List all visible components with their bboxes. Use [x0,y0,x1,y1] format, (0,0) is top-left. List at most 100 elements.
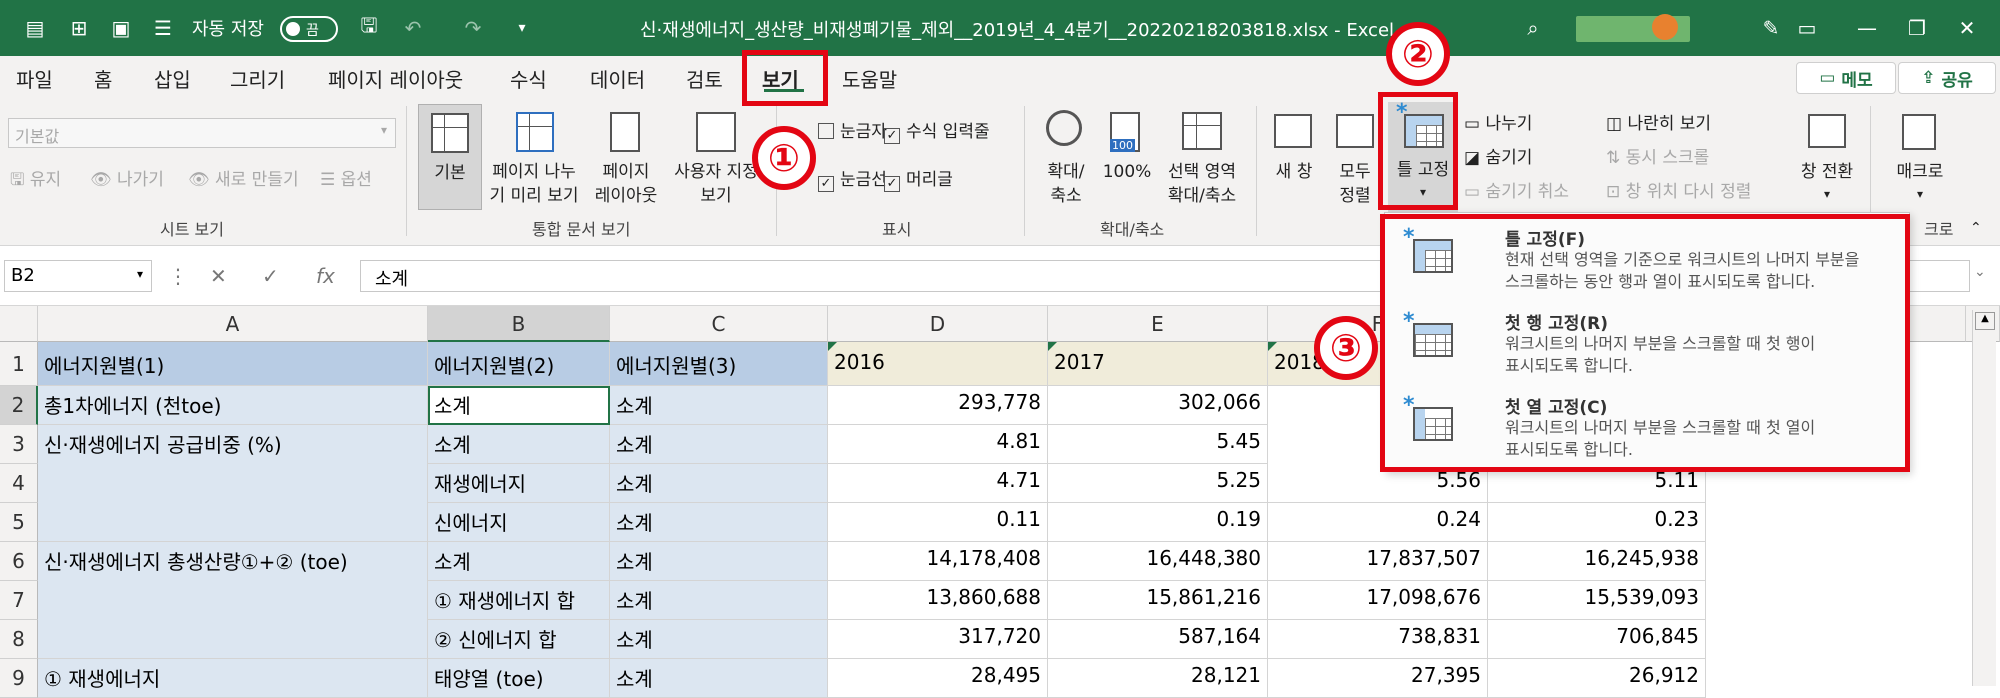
row-header-8[interactable]: 8 [0,620,38,659]
row-header-1[interactable]: 1 [0,342,38,386]
zoom-100-button[interactable]: 100 100% [1100,104,1154,210]
share-button[interactable]: ⇪ 공유 [1898,62,1996,94]
row-header-3[interactable]: 3 [0,425,38,464]
column-header-d[interactable]: D [828,306,1048,342]
ribbon-display-icon[interactable]: ▭ [1790,12,1824,44]
page-layout-view-button[interactable]: 페이지 레이아웃 [588,104,664,210]
cell-b9[interactable]: 태양열 (toe) [428,659,610,698]
page-break-preview-button[interactable]: 페이지 나누 기 미리 보기 [484,104,584,210]
cell-c7[interactable]: 소계 [610,581,828,620]
cell-g6[interactable]: 16,245,938 [1488,542,1706,581]
macros-button[interactable]: 매크로 ▾ [1884,104,1956,210]
cell-g7[interactable]: 15,539,093 [1488,581,1706,620]
sheet-view-select[interactable]: 기본값 ▾ [8,118,396,148]
tab-page-layout[interactable]: 페이지 레이아웃 [328,64,463,93]
cell-d3[interactable]: 4.81 [828,425,1048,464]
tab-review[interactable]: 검토 [686,64,723,93]
cell-a6[interactable]: 신·재생에너지 총생산량①+② (toe) [38,542,428,659]
scroll-up-icon[interactable]: ▲ [1975,312,1995,330]
cell-g9[interactable]: 26,912 [1488,659,1706,698]
zoom-to-selection-button[interactable]: 선택 영역 확대/축소 [1156,104,1248,210]
cell-d9[interactable]: 28,495 [828,659,1048,698]
close-icon[interactable]: ✕ [1950,12,1984,44]
zoom-button[interactable]: 확대/ 축소 [1036,104,1096,210]
column-header-a[interactable]: A [38,306,428,342]
row-header-4[interactable]: 4 [0,464,38,503]
cell-c1[interactable]: 에너지원별(3) [610,342,828,386]
cell-e8[interactable]: 587,164 [1048,620,1268,659]
hide-button[interactable]: ◪ 숨기기 [1464,146,1532,170]
freeze-panes-option[interactable]: * 틀 고정(F) 현재 선택 영역을 기준으로 워크시트의 나머지 부분을 스… [1403,225,1901,303]
normal-view-button[interactable]: 기본 [418,104,482,210]
cell-a1[interactable]: 에너지원별(1) [38,342,428,386]
synchronous-scrolling-button[interactable]: ⇅ 동시 스크롤 [1606,146,1709,170]
grid-view-icon[interactable]: ⊞ [62,12,96,44]
cell-d7[interactable]: 13,860,688 [828,581,1048,620]
split-button[interactable]: ▭ 나누기 [1464,112,1532,136]
tab-insert[interactable]: 삽입 [154,64,191,93]
enter-icon[interactable]: ✓ [262,264,279,288]
cell-e9[interactable]: 28,121 [1048,659,1268,698]
cell-d5[interactable]: 0.11 [828,503,1048,542]
insert-function-icon[interactable]: fx [316,264,335,288]
cell-e5[interactable]: 0.19 [1048,503,1268,542]
cell-d8[interactable]: 317,720 [828,620,1048,659]
cell-c5[interactable]: 소계 [610,503,828,542]
name-box[interactable]: B2 ▾ [4,260,152,292]
vertical-scrollbar[interactable]: ▲ [1972,310,1996,686]
cell-c2[interactable]: 소계 [610,386,828,425]
avatar[interactable] [1652,14,1678,40]
row-header-7[interactable]: 7 [0,581,38,620]
cell-e2[interactable]: 302,066 [1048,386,1268,425]
freeze-top-row-option[interactable]: * 첫 행 고정(R) 워크시트의 나머지 부분을 스크롤할 때 첫 행이 표시… [1403,309,1901,387]
row-header-6[interactable]: 6 [0,542,38,581]
cell-e6[interactable]: 16,448,380 [1048,542,1268,581]
formula-bar-checkbox[interactable]: ✓ 수식 입력줄 [884,120,990,144]
new-sheet-view-button[interactable]: 👁 새로 만들기 [188,168,299,192]
restore-icon[interactable]: ❐ [1900,12,1934,44]
cell-f5[interactable]: 0.24 [1268,503,1488,542]
cell-d4[interactable]: 4.71 [828,464,1048,503]
cell-b8[interactable]: ② 신에너지 합 [428,620,610,659]
view-side-by-side-button[interactable]: ◫ 나란히 보기 [1606,112,1711,136]
cell-a3[interactable]: 신·재생에너지 공급비중 (%) [38,425,428,542]
arrange-all-button[interactable]: 모두 정렬 [1326,104,1384,210]
minimize-icon[interactable]: — [1850,12,1884,44]
cell-e1[interactable]: 2017 [1048,342,1268,386]
customize-quick-access-icon[interactable]: ▾ [510,12,534,44]
cell-g5[interactable]: 0.23 [1488,503,1706,542]
cell-b5[interactable]: 신에너지 [428,503,610,542]
cell-b1[interactable]: 에너지원별(2) [428,342,610,386]
undo-icon[interactable]: ↶ [396,12,430,44]
cell-d6[interactable]: 14,178,408 [828,542,1048,581]
cell-b7[interactable]: ① 재생에너지 합 [428,581,610,620]
cell-f7[interactable]: 17,098,676 [1268,581,1488,620]
reset-window-position-button[interactable]: ⊡ 창 위치 다시 정렬 [1606,180,1751,204]
cell-e7[interactable]: 15,861,216 [1048,581,1268,620]
unhide-button[interactable]: ▭ 숨기기 취소 [1464,180,1569,204]
cell-c6[interactable]: 소계 [610,542,828,581]
freeze-first-column-option[interactable]: * 첫 열 고정(C) 워크시트의 나머지 부분을 스크롤할 때 첫 열이 표시… [1403,393,1901,471]
autosave-toggle[interactable]: 끔 [280,16,338,42]
keep-sheet-view-button[interactable]: 🖫 유지 [10,168,61,192]
select-all-corner[interactable] [0,306,38,342]
cell-b3[interactable]: 소계 [428,425,610,464]
cell-e3[interactable]: 5.45 [1048,425,1268,464]
cell-c4[interactable]: 소계 [610,464,828,503]
freeze-panes-button[interactable]: * 틀 고정 ▾ [1388,102,1458,212]
custom-views-button[interactable]: 사용자 지정 보기 [668,104,764,210]
cell-c8[interactable]: 소계 [610,620,828,659]
list-icon[interactable]: ☰ [146,12,180,44]
cell-c3[interactable]: 소계 [610,425,828,464]
exit-sheet-view-button[interactable]: 👁 나가기 [90,168,164,192]
cell-f6[interactable]: 17,837,507 [1268,542,1488,581]
cancel-icon[interactable]: ✕ [210,264,227,288]
row-header-9[interactable]: 9 [0,659,38,698]
column-header-c[interactable]: C [610,306,828,342]
tab-data[interactable]: 데이터 [590,64,645,93]
cell-a2[interactable]: 총1차에너지 (천toe) [38,386,428,425]
tab-file[interactable]: 파일 [16,64,53,93]
pen-icon[interactable]: ✎ [1754,12,1788,44]
switch-windows-button[interactable]: 창 전환 ▾ [1792,104,1862,210]
cell-c9[interactable]: 소계 [610,659,828,698]
